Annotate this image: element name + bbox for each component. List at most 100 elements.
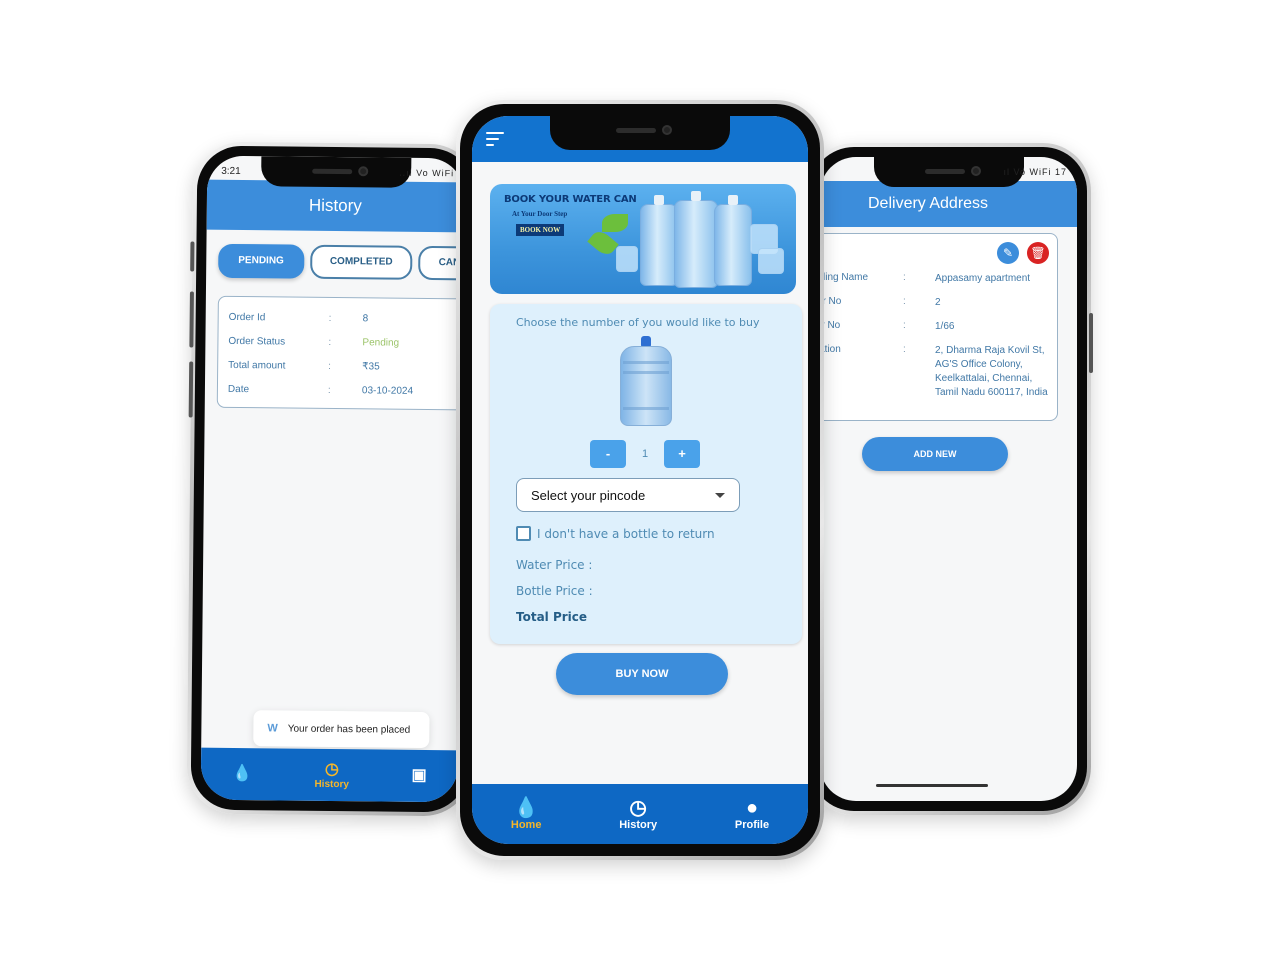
door-no-row: Door No : 1/66: [820, 320, 1057, 334]
nav-history[interactable]: ◷ History: [314, 760, 349, 789]
history-icon: ◷: [324, 760, 339, 778]
separator: :: [903, 272, 906, 283]
bottom-nav: 💧 Home ◷ History ● Profile: [472, 784, 808, 844]
page-title: History: [206, 179, 465, 233]
nav-profile-label: Profile: [734, 819, 770, 831]
promo-banner[interactable]: BOOK YOUR WATER CAN At Your Door Step BO…: [490, 184, 796, 294]
add-new-address-button[interactable]: ADD NEW: [862, 437, 1008, 471]
order-panel: Choose the number of you would like to b…: [490, 304, 802, 644]
building-name-row: Building Name : Appasamy apartment: [820, 272, 1057, 286]
total-amount-value: ₹35: [362, 360, 380, 372]
pincode-select[interactable]: Select your pincode: [516, 478, 740, 512]
delivery-address-screen: ıl Vo WiFi 17 Delivery Address ✎ 🗑 Build…: [820, 157, 1077, 801]
caret-down-icon: [715, 492, 725, 498]
ice-graphic: [758, 248, 784, 274]
total-amount-label: Total amount: [228, 359, 286, 372]
tab-pending[interactable]: PENDING: [218, 243, 305, 279]
leaf-graphic: [587, 227, 619, 259]
location-value: 2, Dharma Raja Kovil St, AG'S Office Col…: [935, 345, 1048, 398]
signal-wifi-battery-icons: ıl Vo WiFi 17: [1003, 167, 1067, 177]
water-can-graphic: [640, 195, 678, 286]
quantity-stepper: - 1 +: [590, 440, 700, 468]
date-label: Date: [227, 383, 250, 395]
separator: :: [328, 360, 332, 372]
address-card: ✎ 🗑 Building Name : Appasamy apartment F…: [820, 233, 1058, 421]
door-no-label: Door No: [820, 320, 841, 331]
buy-now-button[interactable]: BUY NOW: [556, 653, 728, 695]
nav-profile[interactable]: ● Profile: [735, 797, 769, 831]
water-can-graphic: [674, 191, 718, 288]
bottom-nav: 💧 ◷ History ▣: [200, 747, 459, 803]
signal-wifi-icons: ..ıl Vo WiFi: [399, 167, 455, 179]
bottle-price-label: Bottle Price :: [516, 584, 593, 598]
history-screen: 3:21 ..ıl Vo WiFi History PENDING COMPLET…: [200, 155, 465, 803]
choose-quantity-label: Choose the number of you would like to b…: [516, 316, 760, 329]
separator: :: [327, 384, 331, 396]
status-bar: 3:21 ..ıl Vo WiFi: [207, 162, 464, 185]
quantity-value: 1: [641, 448, 649, 460]
menu-icon[interactable]: [486, 132, 504, 146]
nav-home-label: Home: [510, 819, 542, 831]
app-logo-icon: W: [267, 722, 278, 735]
notch: [550, 116, 730, 150]
date-value: 03-10-2024: [361, 384, 414, 397]
home-indicator: [876, 784, 988, 787]
water-price-label: Water Price :: [516, 558, 593, 572]
separator: :: [328, 312, 332, 324]
side-button: [190, 241, 195, 272]
floor-no-label: Floor No: [820, 296, 842, 307]
water-can-graphic: [714, 195, 752, 286]
wallet-icon: ▣: [411, 766, 427, 785]
trash-icon[interactable]: 🗑: [1027, 242, 1049, 264]
order-placed-toast: W Your order has been placed: [253, 710, 430, 749]
nav-history[interactable]: ◷ History: [619, 797, 657, 831]
separator: :: [903, 296, 906, 307]
increment-button[interactable]: +: [664, 440, 700, 468]
side-button: [1089, 313, 1093, 373]
nav-wallet[interactable]: ▣: [411, 767, 426, 785]
order-status-tabs: PENDING COMPLETED CANCELLED: [218, 243, 465, 281]
total-amount-row: Total amount : ₹35: [228, 353, 464, 380]
floor-no-value: 2: [935, 297, 941, 308]
door-no-value: 1/66: [935, 321, 955, 332]
floor-no-row: Floor No : 2: [820, 296, 1057, 310]
location-row: Location : 2, Dharma Raja Kovil St, AG'S…: [820, 344, 1057, 400]
side-button: [188, 361, 194, 418]
nav-home[interactable]: 💧 Home: [511, 797, 542, 831]
book-now-button[interactable]: BOOK NOW: [516, 224, 565, 236]
home-screen: BOOK YOUR WATER CAN At Your Door Step BO…: [472, 116, 808, 844]
phone-history: 3:21 ..ıl Vo WiFi History PENDING COMPLET…: [186, 141, 479, 817]
edit-icon[interactable]: ✎: [997, 242, 1019, 264]
banner-subtitle: At Your Door Step: [512, 210, 568, 218]
building-name-label: Building Name: [820, 272, 869, 283]
separator: :: [328, 336, 332, 348]
separator: :: [903, 320, 906, 331]
side-button: [189, 291, 194, 348]
order-id-row: Order Id : 8: [229, 305, 465, 332]
no-bottle-checkbox[interactable]: [516, 526, 531, 541]
status-bar: ıl Vo WiFi 17: [820, 163, 1077, 183]
order-card[interactable]: Order Id : 8 Order Status : Pending Tota…: [216, 295, 465, 411]
no-bottle-label: I don't have a bottle to return: [537, 526, 715, 541]
decrement-button[interactable]: -: [590, 440, 626, 468]
location-label: Location: [820, 344, 841, 355]
order-status-value: Pending: [362, 336, 400, 349]
order-id-value: 8: [362, 312, 369, 324]
tab-completed[interactable]: COMPLETED: [309, 244, 413, 280]
leaf-graphic: [602, 214, 628, 232]
order-status-row: Order Status : Pending: [228, 329, 464, 356]
ice-graphic: [616, 246, 638, 272]
history-icon: ◷: [629, 797, 647, 819]
no-bottle-option[interactable]: I don't have a bottle to return: [516, 526, 715, 541]
nav-history-label: History: [314, 778, 349, 790]
date-row: Date : 03-10-2024: [228, 377, 465, 404]
total-price-label: Total Price: [516, 610, 588, 624]
water-drop-icon: 💧: [513, 797, 539, 819]
building-name-value: Appasamy apartment: [935, 273, 1031, 284]
nav-history-label: History: [619, 819, 658, 831]
banner-title: BOOK YOUR WATER CAN: [504, 194, 637, 205]
water-drop-icon: 💧: [232, 764, 253, 783]
water-bottle-icon: [620, 336, 672, 426]
phone-delivery-address: ıl Vo WiFi 17 Delivery Address ✎ 🗑 Build…: [806, 143, 1093, 815]
nav-home[interactable]: 💧: [232, 765, 252, 783]
